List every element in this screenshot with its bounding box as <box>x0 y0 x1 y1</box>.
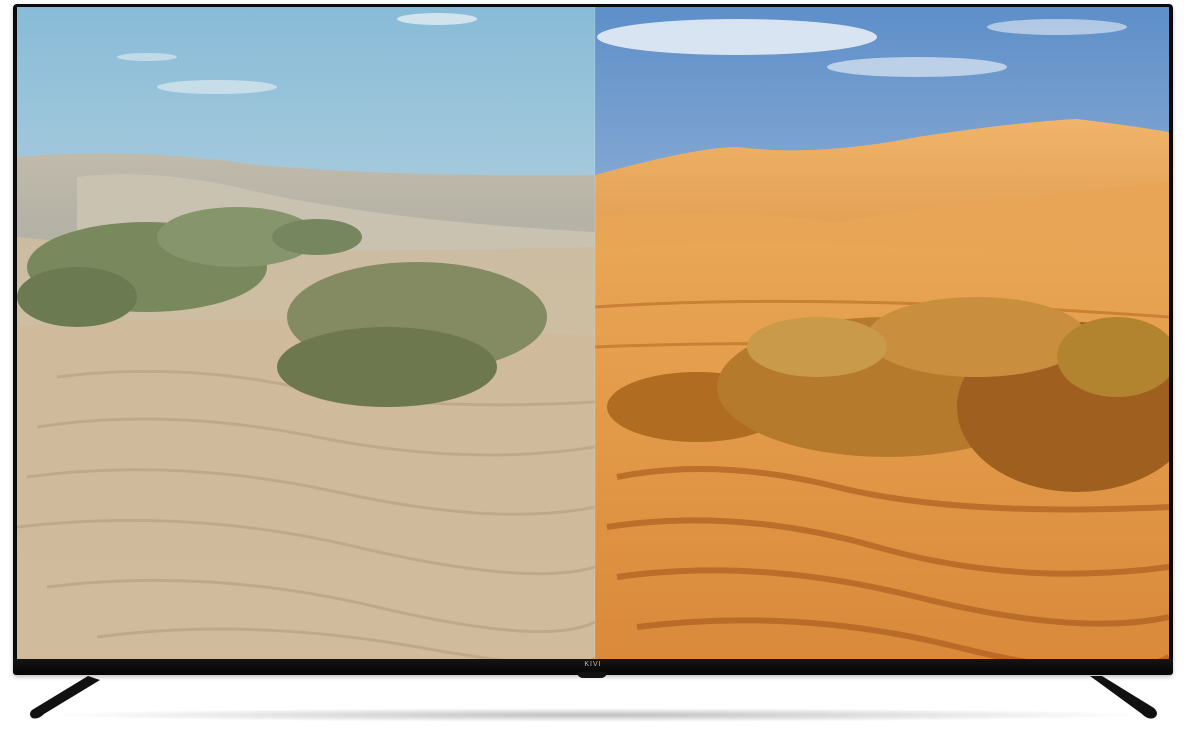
desert-scene <box>17 7 1169 659</box>
floor-shadow <box>40 708 1150 722</box>
tv-set: KIVI <box>13 4 1173 678</box>
ir-sensor <box>577 672 607 678</box>
stand-foot-left <box>30 676 100 719</box>
product-image: KIVI <box>0 0 1187 744</box>
stand-foot-right <box>1090 676 1157 719</box>
tv-bottom-bezel: KIVI <box>13 659 1173 678</box>
tv-screen <box>17 7 1169 659</box>
brand-logo: KIVI <box>584 661 602 668</box>
